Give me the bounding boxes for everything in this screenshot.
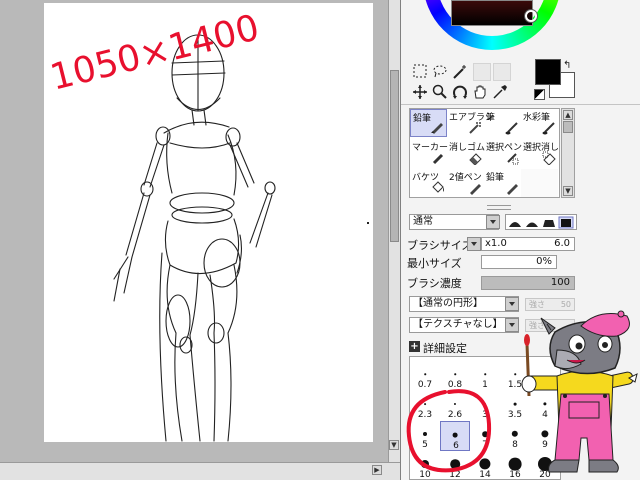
- brush-tool-binary-pen[interactable]: 2値ペン: [447, 169, 484, 197]
- brush-tool-label: 鉛筆: [413, 114, 432, 124]
- scroll-down-arrow-icon[interactable]: ▼: [389, 440, 399, 450]
- brush-shape-value: 【通常の円形】: [413, 298, 483, 309]
- bucket-icon: [432, 181, 444, 193]
- binary-pen-icon: [470, 184, 481, 195]
- tip-shape-selected-icon: [561, 219, 571, 227]
- scroll-right-arrow-icon[interactable]: ▶: [372, 465, 382, 475]
- tool-panel: ↰ 鉛筆 エアブラシ 筆 水彩筆 マーカー 消しゴム 選択ペン 選択消し バケツ…: [400, 0, 640, 480]
- brush-tool-pencil[interactable]: 鉛筆: [410, 109, 447, 137]
- selection-eraser-icon: [542, 151, 556, 165]
- min-size-value: 0%: [536, 256, 552, 267]
- watercolor-brush-icon: [542, 122, 555, 135]
- brush-size-dot: [511, 430, 519, 438]
- brush-tool-grid: 鉛筆 エアブラシ 筆 水彩筆 マーカー 消しゴム 選択ペン 選択消し バケツ 2…: [409, 108, 560, 198]
- airbrush-icon: [469, 122, 481, 134]
- brush-size-dot: [424, 373, 426, 375]
- brush-size-dot: [454, 373, 456, 375]
- color-square[interactable]: [451, 0, 533, 26]
- brush-size-dot: [484, 373, 486, 375]
- texture-dropdown-arrow-icon[interactable]: [505, 318, 519, 332]
- density-label: ブラシ濃度: [407, 277, 462, 290]
- color-picker-handle[interactable]: [525, 10, 537, 22]
- brush-size-multiplier: x1.0: [485, 238, 507, 249]
- brush-tool-brush[interactable]: 筆: [484, 109, 521, 137]
- reset-colors-icon[interactable]: [534, 89, 545, 100]
- tip-shape-icon: [543, 220, 555, 227]
- brush-tip-shapes: [505, 214, 577, 230]
- hand-icon[interactable]: [471, 84, 489, 102]
- advanced-settings-label: 詳細設定: [423, 342, 467, 355]
- brush-tool-empty[interactable]: [521, 169, 558, 197]
- marker-icon: [432, 153, 444, 165]
- brush-tool-selection-pen[interactable]: 選択ペン: [484, 139, 522, 167]
- texture-value: 【テクスチャなし】: [413, 319, 503, 330]
- mascot-character: [521, 310, 638, 473]
- min-size-label: 最小サイズ: [407, 257, 462, 270]
- brush-shape-dropdown-arrow-icon[interactable]: [505, 297, 519, 311]
- rotate-icon[interactable]: [451, 84, 469, 102]
- brush-tool-watercolor[interactable]: 水彩筆: [521, 109, 558, 137]
- move-icon[interactable]: [411, 84, 429, 102]
- panel-divider: [401, 104, 640, 105]
- zoom-icon[interactable]: [431, 84, 449, 102]
- blend-mode-dropdown-arrow-icon[interactable]: [486, 215, 500, 229]
- brush-size-dropdown-arrow-icon[interactable]: [467, 237, 481, 251]
- brush-tool-label: 鉛筆: [486, 173, 505, 183]
- brush-tool-bucket[interactable]: バケツ: [410, 169, 447, 197]
- vertical-scroll-thumb[interactable]: [390, 70, 399, 242]
- tip-shape-icon: [526, 222, 538, 227]
- pencil-icon: [431, 123, 443, 134]
- brush-size-label: ブラシサイズ: [407, 239, 473, 252]
- canvas-dot: [367, 222, 369, 224]
- lasso-icon[interactable]: [431, 64, 449, 82]
- tip-shape-icon: [509, 222, 521, 227]
- brush-tool-airbrush[interactable]: エアブラシ: [447, 109, 494, 137]
- brush-shape-dropdown[interactable]: 【通常の円形】: [409, 296, 519, 312]
- brush-tool-label: 筆: [486, 113, 496, 123]
- brush-grid-scrollbar[interactable]: ▲ ▼: [561, 108, 575, 198]
- density-value: 100: [550, 277, 570, 288]
- scroll-down-arrow-icon[interactable]: ▼: [563, 186, 573, 196]
- shape-strength-value: 50: [560, 300, 571, 309]
- selection-pen-icon: [507, 153, 519, 165]
- brush-size-field[interactable]: x1.0 6.0: [481, 237, 575, 251]
- primary-color-swatch[interactable]: [535, 59, 561, 85]
- brush-size-dot: [513, 402, 517, 406]
- brush-grid-scroll-thumb[interactable]: [563, 121, 573, 133]
- brush-size-dot: [514, 373, 516, 375]
- eyedropper-icon[interactable]: [491, 84, 509, 102]
- brush-tool-pencil-2[interactable]: 鉛筆: [484, 169, 521, 197]
- blend-mode-value: 通常: [413, 216, 433, 227]
- swap-colors-icon[interactable]: ↰: [563, 60, 571, 71]
- empty-tool-slot-2: [493, 63, 511, 81]
- size-annotation: 1050×1400: [46, 7, 263, 98]
- select-rect-icon[interactable]: [411, 64, 429, 82]
- shape-strength-label: 強さ: [529, 300, 545, 309]
- pencil-icon: [507, 184, 518, 195]
- brush-tool-eraser[interactable]: 消しゴム: [447, 139, 485, 167]
- panel-splitter[interactable]: [487, 205, 511, 210]
- canvas-area[interactable]: 1050×1400: [0, 0, 388, 462]
- texture-dropdown[interactable]: 【テクスチャなし】: [409, 317, 519, 333]
- eraser-icon: [469, 153, 482, 165]
- expand-plus-icon: +: [409, 341, 420, 352]
- brush-size-value: 6.0: [554, 238, 570, 249]
- canvas-vertical-scrollbar[interactable]: ▼: [388, 0, 400, 462]
- annotation-text: 1050×1400: [46, 7, 263, 98]
- density-slider[interactable]: 100: [481, 276, 575, 290]
- red-circle-annotation: [406, 389, 492, 473]
- empty-tool-slot-1: [473, 63, 491, 81]
- magic-wand-icon[interactable]: [451, 64, 469, 82]
- canvas-horizontal-scrollbar[interactable]: ▶: [0, 462, 400, 480]
- min-size-field[interactable]: 0%: [481, 255, 557, 269]
- brush-tool-selection-eraser[interactable]: 選択消し: [521, 139, 559, 167]
- scroll-up-arrow-icon[interactable]: ▲: [563, 110, 573, 120]
- brush-icon: [505, 122, 518, 135]
- brush-tool-marker[interactable]: マーカー: [410, 139, 448, 167]
